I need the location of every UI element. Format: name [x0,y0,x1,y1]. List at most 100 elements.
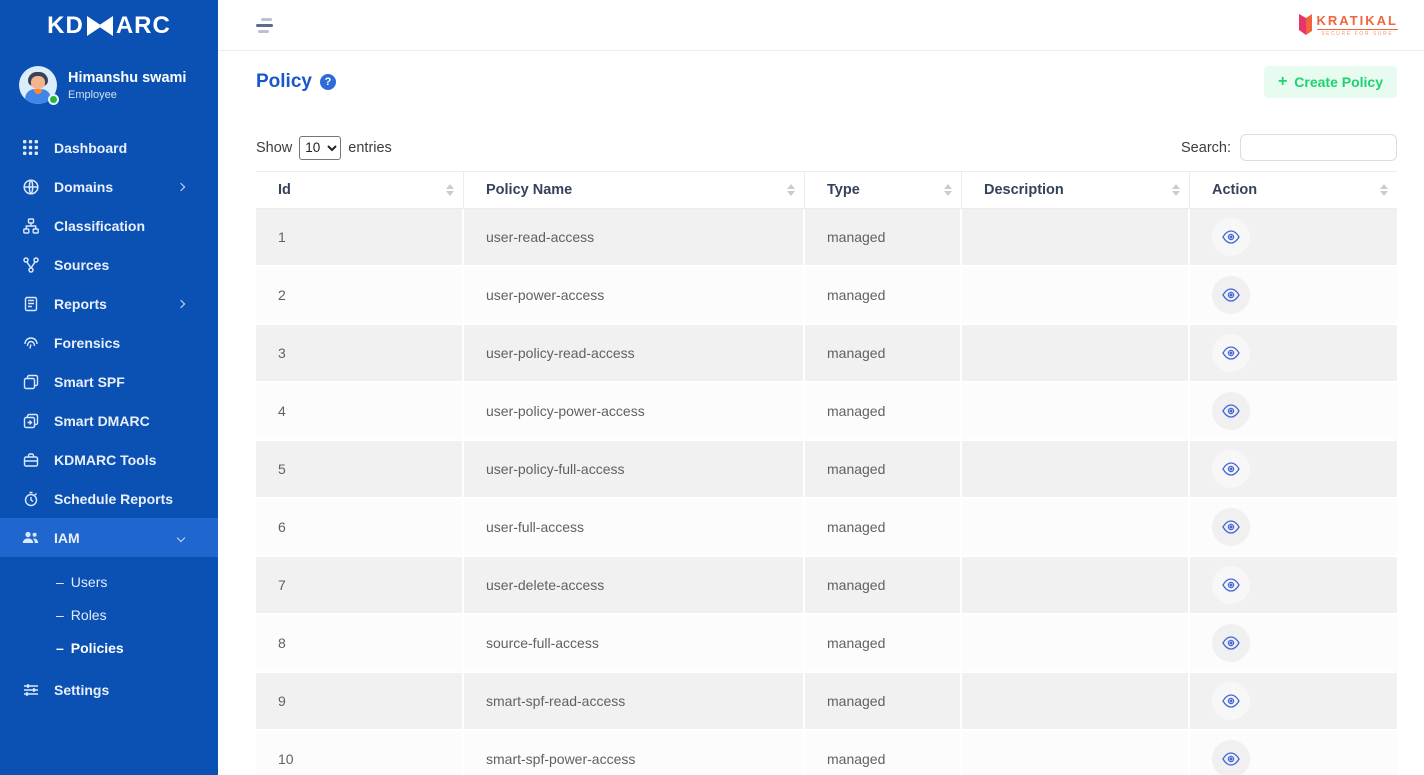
help-icon[interactable]: ? [320,74,336,90]
view-policy-button[interactable] [1212,218,1250,256]
iam-submenu: – Users – Roles – Policies [0,557,218,670]
chevron-right-icon [177,182,185,190]
view-policy-button[interactable] [1212,450,1250,488]
eye-icon [1222,520,1240,534]
cell-policy-name: user-policy-full-access [464,441,805,499]
view-policy-button[interactable] [1212,566,1250,604]
cell-action [1190,557,1397,615]
content: Policy ? + Create Policy Show 10 entries… [218,51,1424,775]
sidebar-item-smart-spf[interactable]: Smart SPF [0,362,218,401]
cell-action [1190,673,1397,731]
cell-action [1190,383,1397,441]
cell-action [1190,731,1397,775]
sidebar-item-label: KDMARC Tools [54,452,156,468]
cell-id: 7 [256,557,464,615]
cell-id: 5 [256,441,464,499]
eye-icon [1222,462,1240,476]
eye-icon [1222,346,1240,360]
sort-icon [1172,184,1180,196]
table-row: 8 source-full-access managed [256,615,1397,673]
view-policy-button[interactable] [1212,334,1250,372]
sidebar-item-settings[interactable]: Settings [0,670,218,709]
eye-icon [1222,752,1240,766]
sort-icon [1380,184,1388,196]
sidebar-item-label: Sources [54,257,109,273]
sitemap-icon [22,217,39,234]
eye-icon [1222,694,1240,708]
cell-action [1190,615,1397,673]
eye-icon [1222,404,1240,418]
show-label: Show [256,140,292,156]
sidebar-item-domains[interactable]: Domains [0,167,218,206]
sidebar-item-sources[interactable]: Sources [0,245,218,284]
column-header-id[interactable]: Id [256,171,464,209]
column-header-action[interactable]: Action [1190,171,1397,209]
chevron-down-icon [177,533,185,541]
cell-action [1190,441,1397,499]
view-policy-button[interactable] [1212,740,1250,775]
sidebar-toggle-icon[interactable] [256,18,274,33]
sidebar-item-label: IAM [54,530,80,546]
cell-description [962,615,1190,673]
column-header-description[interactable]: Description [962,171,1190,209]
eye-icon [1222,288,1240,302]
submenu-item-users[interactable]: – Users [0,565,218,598]
cell-description [962,267,1190,325]
view-policy-button[interactable] [1212,392,1250,430]
cell-type: managed [805,673,962,731]
sidebar: KD ARC Himanshu swami Employee Dashboard… [0,0,218,775]
search-input[interactable] [1240,134,1397,161]
chevron-right-icon [177,299,185,307]
main-area: KRATIKAL SECURE FOR SURE Policy ? + Crea… [218,0,1424,775]
table-row: 3 user-policy-read-access managed [256,325,1397,383]
sidebar-item-smart-dmarc[interactable]: Smart DMARC [0,401,218,440]
sidebar-item-forensics[interactable]: Forensics [0,323,218,362]
sidebar-item-dashboard[interactable]: Dashboard [0,128,218,167]
table-row: 2 user-power-access managed [256,267,1397,325]
kdmarc-bowtie-icon [87,16,113,36]
sidebar-item-kdmarc-tools[interactable]: KDMARC Tools [0,440,218,479]
sidebar-item-label: Settings [54,682,109,698]
cell-type: managed [805,267,962,325]
cell-description [962,441,1190,499]
cell-description [962,383,1190,441]
entries-label: entries [348,140,392,156]
column-header-policy-name[interactable]: Policy Name [464,171,805,209]
cell-id: 1 [256,209,464,267]
view-policy-button[interactable] [1212,276,1250,314]
submenu-item-label: Roles [71,607,107,623]
view-policy-button[interactable] [1212,682,1250,720]
sliders-icon [22,681,39,698]
sidebar-item-label: Domains [54,179,113,195]
sidebar-item-iam[interactable]: IAM [0,518,218,557]
user-profile[interactable]: Himanshu swami Employee [0,40,218,104]
cell-id: 4 [256,383,464,441]
sidebar-item-label: Reports [54,296,107,312]
sidebar-item-schedule-reports[interactable]: Schedule Reports [0,479,218,518]
table-row: 1 user-read-access managed [256,209,1397,267]
create-policy-button[interactable]: + Create Policy [1264,66,1397,98]
cell-id: 2 [256,267,464,325]
cell-action [1190,209,1397,267]
search-label: Search: [1181,140,1231,156]
dash-prefix: – [56,607,64,623]
submenu-item-roles[interactable]: – Roles [0,598,218,631]
eye-icon [1222,230,1240,244]
submenu-item-policies[interactable]: – Policies [0,631,218,664]
sidebar-item-classification[interactable]: Classification [0,206,218,245]
book-icon [22,295,39,312]
sidebar-item-reports[interactable]: Reports [0,284,218,323]
page-size-select[interactable]: 10 [299,136,341,160]
cell-id: 9 [256,673,464,731]
kdmarc-logo[interactable]: KD ARC [0,0,218,40]
view-policy-button[interactable] [1212,508,1250,546]
topbar: KRATIKAL SECURE FOR SURE [218,0,1424,51]
cell-action [1190,325,1397,383]
view-policy-button[interactable] [1212,624,1250,662]
toolbox-icon [22,451,39,468]
globe-icon [22,178,39,195]
column-header-type[interactable]: Type [805,171,962,209]
table-row: 7 user-delete-access managed [256,557,1397,615]
sort-icon [944,184,952,196]
sidebar-item-label: Classification [54,218,145,234]
